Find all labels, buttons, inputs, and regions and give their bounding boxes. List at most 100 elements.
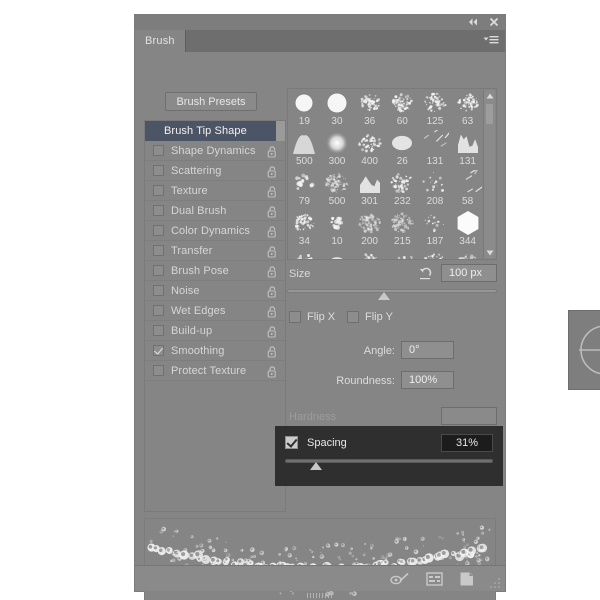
brush-tip-size-label: 30 bbox=[331, 116, 343, 127]
brush-tip-thumbnail bbox=[421, 250, 449, 259]
brush-tip-cell[interactable]: 125 bbox=[419, 89, 452, 129]
brush-option-brush-pose[interactable]: Brush Pose bbox=[145, 261, 285, 281]
brush-tip-cell[interactable]: 500 bbox=[288, 129, 321, 169]
close-icon[interactable] bbox=[488, 16, 500, 28]
size-slider-thumb[interactable] bbox=[377, 292, 390, 300]
brush-presets-button[interactable]: Brush Presets bbox=[165, 92, 257, 111]
size-slider-track bbox=[287, 289, 497, 293]
spacing-slider[interactable] bbox=[285, 457, 493, 473]
brush-tip-cell[interactable] bbox=[419, 249, 452, 259]
brush-tip-cell[interactable]: 19 bbox=[288, 89, 321, 129]
panel-footer bbox=[135, 565, 505, 598]
brush-tip-cell[interactable]: 232 bbox=[386, 169, 419, 209]
brush-option-checkbox[interactable] bbox=[153, 145, 164, 156]
brush-option-texture[interactable]: Texture bbox=[145, 181, 285, 201]
flip-y-checkbox[interactable]: Flip Y bbox=[347, 311, 393, 323]
brush-tip-cell[interactable]: 63 bbox=[451, 89, 484, 129]
brush-tip-cell[interactable]: 300 bbox=[321, 129, 354, 169]
brush-tip-cell[interactable]: 187 bbox=[419, 209, 452, 249]
roundness-value-field[interactable]: 100% bbox=[401, 371, 454, 389]
brush-option-checkbox[interactable] bbox=[153, 185, 164, 196]
scroll-down-arrow-icon[interactable] bbox=[484, 247, 496, 258]
brush-option-scattering[interactable]: Scattering bbox=[145, 161, 285, 181]
brush-tip-size-label: 131 bbox=[459, 156, 476, 167]
collapse-panel-icon[interactable] bbox=[467, 16, 479, 28]
brush-tip-size-label: 301 bbox=[361, 196, 378, 207]
brush-tip-cell[interactable]: 208 bbox=[419, 169, 452, 209]
brush-option-checkbox[interactable] bbox=[153, 225, 164, 236]
scroll-up-arrow-icon[interactable] bbox=[484, 90, 496, 101]
brush-grid-scroll-thumb[interactable] bbox=[485, 103, 494, 125]
brush-tip-size-label: 63 bbox=[462, 116, 474, 127]
brush-option-checkbox[interactable] bbox=[153, 365, 164, 376]
create-new-brush-preset-from-tool-icon[interactable] bbox=[390, 572, 410, 592]
brush-tip-size-label: 19 bbox=[298, 116, 310, 127]
panel-menu-icon[interactable] bbox=[483, 35, 499, 46]
brush-tip-thumbnail bbox=[388, 90, 416, 116]
panel-resize-grip-corner[interactable] bbox=[489, 576, 501, 588]
hardness-value-field[interactable] bbox=[441, 407, 497, 425]
brush-option-transfer[interactable]: Transfer bbox=[145, 241, 285, 261]
brush-tip-size-label: 58 bbox=[462, 196, 474, 207]
brush-tip-cell[interactable]: 10 bbox=[321, 209, 354, 249]
brush-option-checkbox[interactable] bbox=[153, 325, 164, 336]
brush-option-wet-edges[interactable]: Wet Edges bbox=[145, 301, 285, 321]
brush-tip-cell[interactable] bbox=[451, 249, 484, 259]
brush-tip-cell[interactable] bbox=[386, 249, 419, 259]
brush-tip-cell[interactable]: 301 bbox=[353, 169, 386, 209]
brush-tip-cell[interactable]: 200 bbox=[353, 209, 386, 249]
brush-option-smoothing[interactable]: Smoothing bbox=[145, 341, 285, 361]
create-new-brush-icon[interactable] bbox=[459, 571, 475, 592]
brush-option-build-up[interactable]: Build-up bbox=[145, 321, 285, 341]
brush-tip-cell[interactable] bbox=[321, 249, 354, 259]
brush-tip-grid-inner: 19 30 36 60 125 63 500 300 400 26 131 131 79 500 301 23… bbox=[288, 89, 484, 259]
brush-tip-cell[interactable]: 26 bbox=[386, 129, 419, 169]
panel-resize-grip-bottom[interactable] bbox=[307, 585, 333, 598]
brush-option-checkbox[interactable] bbox=[153, 345, 164, 356]
brush-tip-thumbnail bbox=[290, 250, 318, 259]
brush-option-checkbox[interactable] bbox=[153, 265, 164, 276]
brush-grid-scrollbar[interactable] bbox=[483, 90, 495, 258]
brush-option-checkbox[interactable] bbox=[153, 165, 164, 176]
flip-x-checkbox[interactable]: Flip X bbox=[289, 311, 335, 323]
brush-option-protect-texture[interactable]: Protect Texture bbox=[145, 361, 285, 381]
tab-brush[interactable]: Brush bbox=[135, 30, 186, 52]
brush-option-shape-dynamics[interactable]: Shape Dynamics bbox=[145, 141, 285, 161]
brush-tip-cell[interactable]: 30 bbox=[321, 89, 354, 129]
reset-arrow-icon[interactable] bbox=[418, 266, 433, 286]
brush-option-noise[interactable]: Noise bbox=[145, 281, 285, 301]
brush-tip-cell[interactable] bbox=[353, 249, 386, 259]
brush-tip-cell[interactable]: 36 bbox=[353, 89, 386, 129]
brush-option-label: Smoothing bbox=[171, 344, 225, 357]
brush-option-label: Protect Texture bbox=[171, 364, 247, 377]
brush-option-checkbox[interactable] bbox=[153, 245, 164, 256]
brush-tip-cell[interactable]: 215 bbox=[386, 209, 419, 249]
brush-option-brush-tip-shape[interactable]: Brush Tip Shape bbox=[145, 121, 285, 141]
brush-tip-grid[interactable]: 19 30 36 60 125 63 500 300 400 26 131 131 79 500 301 23… bbox=[287, 88, 497, 260]
brush-tip-cell[interactable]: 344 bbox=[451, 209, 484, 249]
spacing-value-field[interactable]: 31% bbox=[441, 434, 493, 452]
lock-icon[interactable] bbox=[267, 365, 278, 383]
angle-value-field[interactable]: 0° bbox=[401, 341, 454, 359]
angle-roundness-control[interactable] bbox=[568, 310, 600, 390]
brush-tip-cell[interactable]: 60 bbox=[386, 89, 419, 129]
brush-option-checkbox[interactable] bbox=[153, 205, 164, 216]
spacing-slider-thumb[interactable] bbox=[310, 462, 323, 470]
brush-tip-size-label: 26 bbox=[396, 156, 408, 167]
brush-tip-cell[interactable]: 400 bbox=[353, 129, 386, 169]
size-value-field[interactable]: 100 px bbox=[441, 264, 497, 282]
brush-option-checkbox[interactable] bbox=[153, 305, 164, 316]
toggle-brush-panel-icon[interactable] bbox=[426, 572, 443, 591]
brush-tip-cell[interactable]: 131 bbox=[451, 129, 484, 169]
brush-option-color-dynamics[interactable]: Color Dynamics bbox=[145, 221, 285, 241]
brush-option-checkbox[interactable] bbox=[153, 285, 164, 296]
brush-option-dual-brush[interactable]: Dual Brush bbox=[145, 201, 285, 221]
spacing-checkbox[interactable] bbox=[285, 436, 298, 449]
brush-tip-cell[interactable]: 500 bbox=[321, 169, 354, 209]
size-slider[interactable] bbox=[287, 287, 497, 302]
brush-tip-cell[interactable] bbox=[288, 249, 321, 259]
brush-tip-cell[interactable]: 34 bbox=[288, 209, 321, 249]
brush-tip-cell[interactable]: 131 bbox=[419, 129, 452, 169]
brush-tip-cell[interactable]: 79 bbox=[288, 169, 321, 209]
brush-tip-cell[interactable]: 58 bbox=[451, 169, 484, 209]
